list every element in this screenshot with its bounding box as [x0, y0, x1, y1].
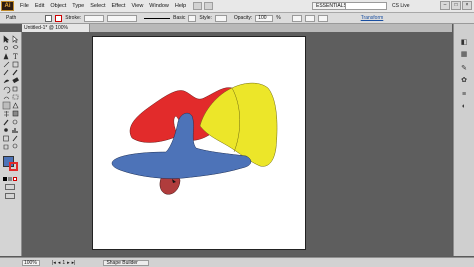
menu-window[interactable]: Window — [146, 3, 172, 9]
drawing-mode-button[interactable] — [5, 184, 15, 190]
menubar-icons — [193, 2, 214, 10]
menu-select[interactable]: Select — [87, 3, 108, 9]
menu-type[interactable]: Type — [69, 3, 87, 9]
gradient-mode-button[interactable] — [8, 177, 12, 181]
eraser-tool-icon — [12, 77, 20, 84]
brush-stroke-preview — [144, 17, 171, 19]
rotate-tool-icon — [3, 86, 11, 94]
maximize-button[interactable]: □ — [451, 1, 461, 10]
brushes-panel-icon[interactable]: ✎ — [459, 64, 469, 72]
eyedropper-tool-icon — [3, 119, 9, 126]
color-panel-icon[interactable]: ◧ — [459, 38, 469, 46]
width-tool-icon — [3, 96, 10, 100]
tools-panel: T — [0, 32, 22, 256]
style-label: Style: — [199, 15, 212, 21]
free-transform-tool-icon — [12, 94, 19, 100]
next-artboard-icon[interactable]: ▸ — [67, 260, 70, 266]
rectangle-tool-icon — [12, 61, 19, 68]
lasso-tool-icon — [12, 45, 19, 49]
tools-panel-icons: T — [2, 35, 20, 150]
stroke-swatch[interactable] — [55, 14, 63, 22]
symbol-sprayer-tool-icon — [4, 128, 8, 132]
artboard-navigation: |◂ ◂ 1 ▸ ▸| — [52, 260, 75, 266]
screen-mode-button[interactable] — [5, 193, 15, 199]
window-controls: – □ × — [440, 1, 472, 10]
search-input[interactable] — [345, 2, 387, 10]
selection-label: Path — [6, 15, 17, 21]
variable-width-profile[interactable] — [107, 14, 138, 22]
style-dropdown[interactable] — [214, 14, 227, 22]
blob-brush-tool-icon — [3, 79, 10, 84]
paintbrush-tool-icon — [3, 69, 9, 76]
gradient-panel-icon[interactable]: ◐ — [459, 102, 469, 110]
none-mode-button[interactable] — [13, 177, 17, 181]
stroke-color-box[interactable] — [9, 162, 18, 171]
artboard-number[interactable]: 1 — [62, 260, 65, 266]
close-button[interactable]: × — [462, 1, 472, 10]
opacity-field[interactable]: 100 — [255, 14, 274, 22]
stroke-panel-icon[interactable]: ≡ — [459, 90, 469, 98]
opacity-label: Opacity: — [233, 15, 253, 21]
swatches-panel-icon[interactable]: ▦ — [459, 50, 469, 58]
stroke-weight-field[interactable] — [84, 14, 105, 22]
menu-edit[interactable]: Edit — [32, 3, 47, 9]
menu-view[interactable]: View — [128, 3, 146, 9]
align-options-button[interactable] — [317, 14, 328, 22]
slice-tool-icon — [12, 135, 18, 142]
brush-dropdown[interactable] — [188, 14, 197, 22]
menu-file[interactable]: File — [17, 3, 32, 9]
previous-artboard-icon[interactable]: ◂ — [58, 260, 61, 266]
artboard[interactable] — [92, 36, 306, 250]
arrange-documents-icon[interactable] — [204, 2, 214, 10]
mesh-tool-icon — [4, 111, 9, 117]
line-tool-icon — [3, 61, 10, 68]
document-setup-button[interactable] — [304, 14, 315, 22]
transform-link[interactable]: Transform — [361, 15, 384, 21]
stroke-label: Stroke: — [65, 15, 82, 21]
perspective-grid-tool-icon — [12, 102, 19, 109]
magic-wand-tool-icon — [4, 46, 8, 50]
gradient-tool-icon — [12, 110, 19, 117]
symbols-panel-icon[interactable]: ✿ — [459, 76, 469, 84]
menu-effect[interactable]: Effect — [109, 3, 129, 9]
color-mode-button[interactable] — [3, 177, 7, 181]
right-panel-dock: ◧ ▦ ✎ ✿ ≡ ◐ — [453, 24, 474, 256]
opacity-unit: % — [276, 15, 281, 21]
minimize-button[interactable]: – — [440, 1, 450, 10]
control-bar: Path Stroke: Basic Style: Opacity: 100 %… — [0, 13, 474, 24]
document-tab[interactable]: Untitled-1* @ 100% (CMYK/Preview) — [22, 24, 90, 39]
recolor-artwork-button[interactable] — [291, 14, 302, 22]
shape-builder-tool-icon — [2, 101, 11, 110]
brush-label[interactable]: Basic — [173, 15, 185, 21]
last-artboard-icon[interactable]: ▸| — [72, 260, 76, 266]
scale-tool-icon — [12, 86, 18, 92]
current-tool-field[interactable]: Shape Builder — [103, 259, 150, 266]
document-tab-bar: Untitled-1* @ 100% (CMYK/Preview) — [22, 24, 452, 39]
pencil-tool-icon — [12, 69, 18, 76]
selection-tool-icon — [3, 35, 10, 43]
app-logo: Ai — [1, 1, 14, 11]
zoom-level-field[interactable]: 100% — [22, 259, 40, 266]
zoom-tool-icon — [12, 143, 18, 149]
column-graph-tool-icon — [12, 128, 18, 133]
artboard-tool-icon — [3, 135, 9, 142]
blend-tool-icon — [12, 119, 18, 125]
main-menu: File Edit Object Type Select Effect View… — [17, 3, 189, 9]
menu-object[interactable]: Object — [47, 3, 69, 9]
cs-live-button[interactable]: CS Live — [392, 2, 410, 10]
menu-help[interactable]: Help — [172, 3, 189, 9]
artwork[interactable] — [92, 36, 306, 250]
fill-swatch[interactable] — [45, 14, 53, 22]
bridge-icon[interactable] — [193, 2, 203, 10]
type-tool-icon: T — [13, 53, 18, 61]
pen-tool-icon — [3, 53, 9, 60]
first-artboard-icon[interactable]: |◂ — [52, 260, 56, 266]
direct-selection-tool-icon — [12, 35, 19, 43]
hand-tool-icon — [3, 144, 9, 150]
